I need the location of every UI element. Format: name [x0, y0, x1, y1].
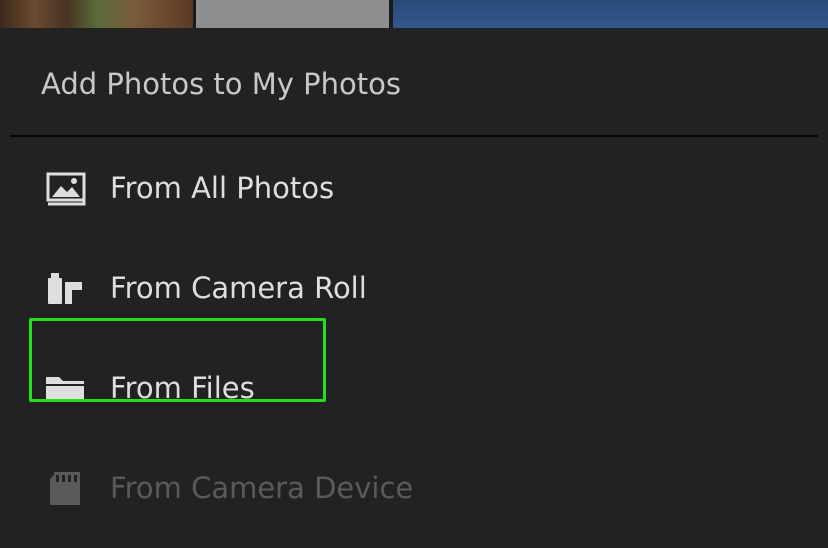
- photo-library-icon: [44, 170, 88, 206]
- photo-thumbnail[interactable]: [196, 0, 389, 28]
- menu-item-label: From Camera Device: [110, 471, 414, 505]
- app-root: Add Photos to My Photos From All Photos: [0, 0, 828, 548]
- divider: [10, 135, 818, 137]
- folder-icon: [44, 370, 88, 406]
- menu-item-label: From All Photos: [110, 171, 335, 205]
- menu-item-label: From Camera Roll: [110, 271, 367, 305]
- photo-thumbnail-strip: [0, 0, 828, 28]
- menu-item-from-files[interactable]: From Files: [28, 358, 788, 418]
- menu-item-from-camera-roll[interactable]: From Camera Roll: [28, 258, 788, 318]
- menu-item-from-all-photos[interactable]: From All Photos: [28, 158, 788, 218]
- photo-thumbnail[interactable]: [393, 0, 828, 28]
- sd-card-icon: [44, 470, 88, 506]
- photo-thumbnail[interactable]: [0, 0, 193, 28]
- add-photos-sheet: Add Photos to My Photos From All Photos: [0, 28, 828, 548]
- camera-roll-icon: [44, 270, 88, 306]
- sheet-title: Add Photos to My Photos: [41, 67, 401, 101]
- menu-item-label: From Files: [110, 371, 255, 405]
- menu-item-from-camera-device: From Camera Device: [28, 458, 788, 518]
